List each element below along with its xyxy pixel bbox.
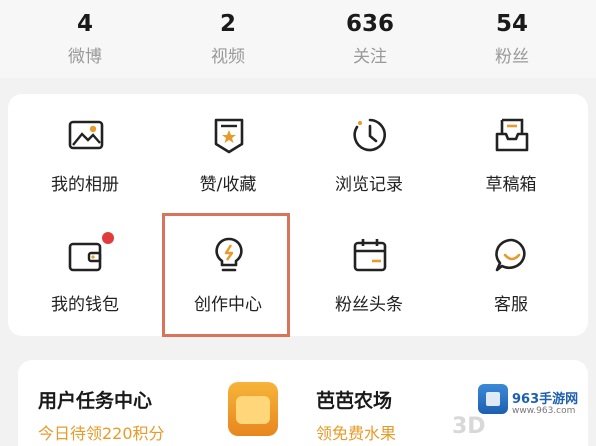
grid-item-label: 浏览记录 — [335, 175, 403, 195]
stat-value: 636 — [345, 11, 394, 37]
farm-title[interactable]: 芭芭农场 — [316, 386, 392, 413]
notification-dot — [102, 232, 114, 244]
grid-item-favorites[interactable]: 赞/收藏 — [163, 116, 293, 216]
task-center-title[interactable]: 用户任务中心 — [38, 386, 152, 413]
function-grid: 我的相册 赞/收藏 浏览记录 草稿箱 我的钱包 创作中心 粉丝头条 客服 — [8, 94, 588, 336]
stat-value: 54 — [495, 11, 528, 37]
watermark-mark: 3D — [452, 414, 486, 439]
draft-box-icon — [493, 116, 531, 154]
gift-box-icon[interactable] — [228, 382, 278, 436]
stat-label: 微博 — [68, 47, 102, 67]
task-center-subtitle: 今日待领220积分 — [38, 424, 165, 443]
grid-item-album[interactable]: 我的相册 — [20, 116, 150, 216]
grid-item-history[interactable]: 浏览记录 — [304, 116, 434, 216]
favorite-star-icon — [210, 116, 248, 154]
stat-value: 2 — [219, 11, 236, 37]
calendar-icon — [351, 236, 389, 274]
wallet-icon — [67, 236, 105, 274]
watermark-site: www.963.com — [512, 406, 576, 416]
grid-item-fans-headline[interactable]: 粉丝头条 — [304, 236, 434, 336]
highlight-frame — [162, 213, 290, 337]
grid-item-customer-service[interactable]: 客服 — [446, 236, 576, 336]
grid-item-drafts[interactable]: 草稿箱 — [446, 116, 576, 216]
watermark-brand: 963手游网 — [512, 392, 579, 407]
grid-item-label: 我的相册 — [51, 175, 119, 195]
history-clock-icon — [351, 116, 389, 154]
grid-item-label: 粉丝头条 — [335, 295, 403, 315]
farm-subtitle: 领免费水果 — [316, 424, 397, 443]
stat-label: 关注 — [353, 47, 387, 67]
stat-value: 4 — [76, 11, 93, 37]
grid-item-label: 草稿箱 — [485, 175, 537, 195]
photo-album-icon — [67, 116, 105, 154]
grid-item-wallet[interactable]: 我的钱包 — [20, 236, 150, 336]
grid-item-label: 我的钱包 — [51, 295, 119, 315]
stat-label: 粉丝 — [495, 47, 529, 67]
watermark-logo-icon — [478, 384, 508, 414]
stat-label: 视频 — [211, 47, 245, 67]
profile-stats: 4 微博 2 视频 636 关注 54 粉丝 — [0, 0, 596, 78]
customer-service-icon — [493, 236, 531, 274]
grid-item-label: 赞/收藏 — [199, 175, 257, 195]
grid-item-label: 客服 — [494, 295, 528, 315]
